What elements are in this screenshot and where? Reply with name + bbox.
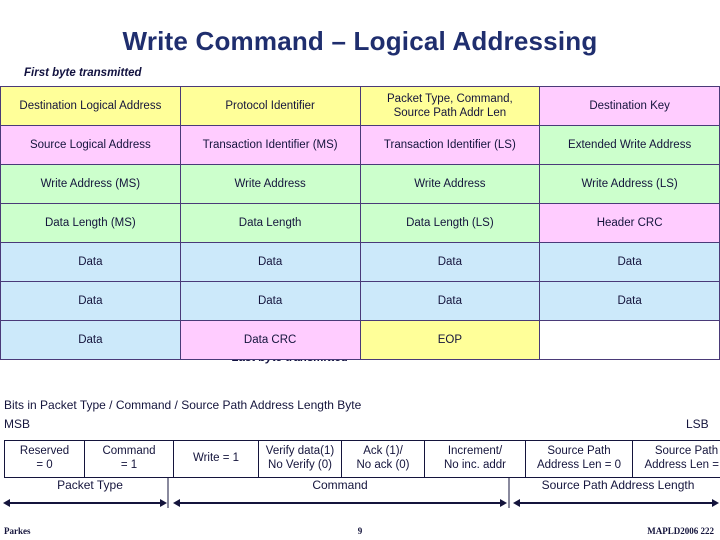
- packet-field-cell: EOP: [359, 320, 541, 360]
- packet-field-cell: Destination Logical Address: [0, 86, 181, 126]
- packet-field-cell: Data: [0, 242, 181, 282]
- packet-field-cell: Transaction Identifier (LS): [359, 125, 541, 165]
- packet-field-cell: Data CRC: [179, 320, 361, 360]
- footer-page-number: 9: [357, 526, 363, 536]
- packet-field-cell: Destination Key: [539, 86, 720, 126]
- packet-field-cell: Header CRC: [539, 203, 720, 243]
- packet-field-cell: Write Address (LS): [539, 164, 720, 204]
- bits-section-heading: Bits in Packet Type / Command / Source P…: [4, 398, 362, 412]
- bit-table-body: Reserved = 0 Command = 1 Write = 1 Verify dat…: [4, 440, 720, 478]
- packet-table-body: Destination Logical Address Protocol Iden…: [0, 86, 720, 360]
- packet-field-cell: Data: [0, 281, 181, 321]
- table-row: Write Address (MS) Write Address Write Add…: [0, 164, 720, 204]
- packet-format-table: Destination Logical Address Protocol Iden…: [0, 86, 720, 360]
- table-row: Data Data Data Data: [0, 281, 720, 321]
- bit-field-table: Reserved = 0 Command = 1 Write = 1 Verify dat…: [4, 440, 720, 478]
- bit-field-cell: Write = 1: [173, 440, 259, 478]
- table-row: Data Data Data Data: [0, 242, 720, 282]
- bit-field-cell: Source PathAddress Len = 0: [525, 440, 633, 478]
- msb-label: MSB: [4, 417, 31, 431]
- bracket-label-command: Command: [312, 478, 368, 492]
- table-row: Reserved = 0 Command = 1 Write = 1 Verify dat…: [4, 440, 720, 478]
- packet-field-cell: Data Length (MS): [0, 203, 181, 243]
- packet-field-cell: [539, 320, 720, 360]
- packet-field-cell: Write Address: [359, 164, 541, 204]
- packet-field-cell: Protocol Identifier: [179, 86, 361, 126]
- packet-field-cell: Transaction Identifier (MS): [179, 125, 361, 165]
- page-title: Write Command – Logical Addressing: [122, 26, 598, 56]
- packet-field-cell: Data: [539, 242, 720, 282]
- packet-field-cell: Data Length (LS): [359, 203, 541, 243]
- bit-field-cell: Ack (1)/No ack (0): [341, 440, 425, 478]
- lsb-label: LSB: [686, 417, 709, 431]
- footer-conference: MAPLD2006 222: [647, 526, 714, 536]
- table-row: Data Data CRC EOP: [0, 320, 720, 360]
- packet-field-cell: Data: [179, 242, 361, 282]
- packet-field-cell: Source Logical Address: [0, 125, 181, 165]
- packet-field-cell: Packet Type, Command, Source Path Addr Le…: [359, 86, 541, 126]
- bit-field-cell: Source PathAddress Len = 0: [632, 440, 720, 478]
- bracket-annotation-layer: Packet Type Command Source Path Address …: [0, 478, 720, 518]
- bit-field-cell: Command = 1: [84, 440, 174, 478]
- bracket-label-packet-type: Packet Type: [57, 478, 123, 492]
- packet-field-cell: Data: [539, 281, 720, 321]
- bracket-label-source-path-address-length: Source Path Address Length: [541, 478, 695, 492]
- packet-field-cell: Data: [359, 242, 541, 282]
- packet-field-cell: Data: [359, 281, 541, 321]
- table-row: Data Length (MS) Data Length Data Length (…: [0, 203, 720, 243]
- table-row: Destination Logical Address Protocol Iden…: [0, 86, 720, 126]
- packet-field-cell: Data Length: [179, 203, 361, 243]
- packet-field-cell: Extended Write Address: [539, 125, 720, 165]
- table-row: Source Logical Address Transaction Identi…: [0, 125, 720, 165]
- packet-field-cell: Data: [179, 281, 361, 321]
- bit-field-cell: Increment/No inc. addr: [424, 440, 526, 478]
- packet-field-cell: Data: [0, 320, 181, 360]
- packet-field-cell: Write Address: [179, 164, 361, 204]
- packet-field-cell: Write Address (MS): [0, 164, 181, 204]
- first-byte-caption: First byte transmitted: [24, 67, 142, 79]
- bit-field-cell: Reserved = 0: [4, 440, 85, 478]
- bit-field-cell: Verify data(1) No Verify (0): [258, 440, 342, 478]
